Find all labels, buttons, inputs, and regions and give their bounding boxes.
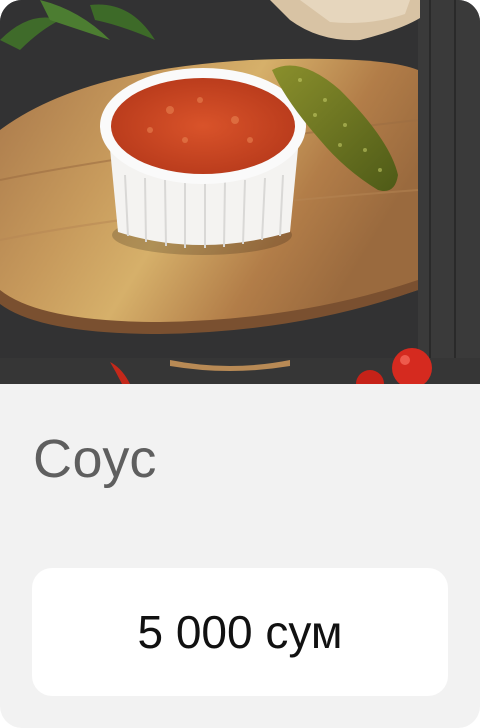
product-title: Соус: [33, 429, 157, 489]
product-card[interactable]: Соус 5 000 сум: [0, 0, 480, 728]
price-label: 5 000 сум: [137, 606, 343, 658]
product-photo: [0, 0, 480, 384]
price-button[interactable]: 5 000 сум: [32, 568, 448, 696]
